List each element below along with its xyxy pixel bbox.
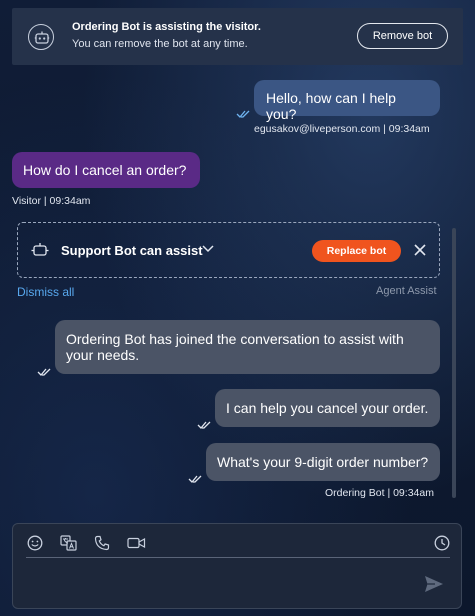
double-check-icon [188, 475, 202, 483]
agent-assist-label: Agent Assist [376, 285, 437, 297]
visitor-message-bubble: How do I cancel an order? [12, 152, 200, 188]
bot-assist-banner: Ordering Bot is assisting the visitor. Y… [12, 8, 463, 65]
assist-title: Support Bot can assist [61, 243, 203, 258]
chevron-down-icon[interactable] [202, 245, 214, 253]
message-meta: Ordering Bot | 09:34am [325, 487, 434, 499]
message-input[interactable] [26, 564, 416, 602]
bot-message-bubble: Ordering Bot has joined the conversation… [55, 320, 440, 374]
video-icon[interactable] [127, 535, 146, 551]
clock-icon[interactable] [434, 535, 450, 551]
message-meta: egusakov@liveperson.com | 09:34am [254, 123, 430, 135]
double-check-icon [197, 421, 211, 429]
emoji-icon[interactable] [27, 535, 43, 551]
banner-subtitle: You can remove the bot at any time. [72, 38, 248, 50]
robot-icon [31, 243, 49, 256]
robot-icon [28, 24, 54, 50]
remove-bot-button[interactable]: Remove bot [357, 23, 448, 49]
message-composer [12, 523, 462, 609]
agent-message-bubble: Hello, how can I help you? [254, 80, 440, 122]
chat-window: Ordering Bot is assisting the visitor. Y… [0, 0, 475, 616]
composer-divider [26, 557, 450, 558]
double-check-icon [236, 110, 250, 118]
phone-icon[interactable] [94, 535, 110, 551]
agent-assist-card: Support Bot can assist Replace bot [17, 222, 440, 278]
message-meta: Visitor | 09:34am [12, 195, 91, 207]
replace-bot-button[interactable]: Replace bot [312, 240, 401, 262]
bot-message-bubble: What's your 9-digit order number? [206, 443, 440, 481]
send-icon[interactable] [424, 575, 444, 593]
translate-icon[interactable] [60, 535, 77, 551]
bot-message-bubble: I can help you cancel your order. [215, 389, 440, 427]
dismiss-all-link[interactable]: Dismiss all [17, 285, 74, 299]
close-icon[interactable] [414, 244, 426, 256]
scrollbar[interactable] [452, 228, 456, 498]
double-check-icon [37, 368, 51, 376]
banner-title: Ordering Bot is assisting the visitor. [72, 21, 261, 33]
